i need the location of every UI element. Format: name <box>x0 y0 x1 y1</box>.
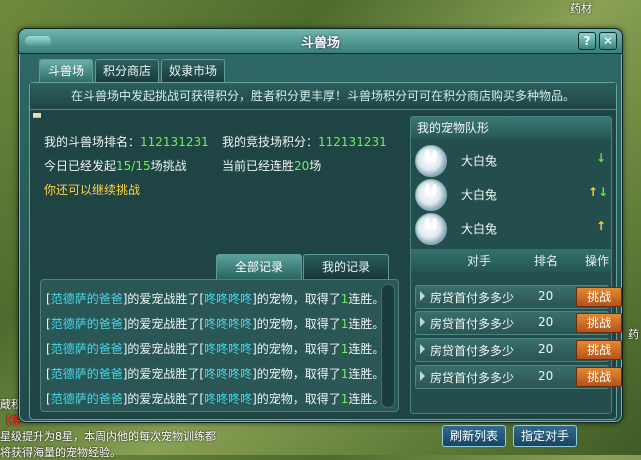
info-banner: 在斗兽场中发起挑战可获得积分，胜者积分更丰厚！斗兽场积分可可在积分商店购买多种物… <box>30 83 616 110</box>
challenged-label: 今日已经发起 <box>44 159 117 173</box>
challenged-value: 15/15 <box>116 159 151 173</box>
bg-chat-line-2: 将获得海量的宠物经验。 <box>0 446 121 459</box>
player-name[interactable]: 范德萨的爸爸 <box>51 367 123 381</box>
col-action: 操作 <box>585 254 610 268</box>
player-name[interactable]: 范德萨的爸爸 <box>51 342 123 356</box>
pet-owner-name[interactable]: 咚咚咚咚 <box>204 317 252 331</box>
arrow-down-icon[interactable]: ↓ <box>596 151 606 165</box>
points-label: 我的竞技场积分： <box>222 135 319 149</box>
streak-label: 当前已经连胜 <box>222 159 295 173</box>
arrow-up-icon[interactable]: ↑ <box>596 219 606 233</box>
expand-arrow-icon <box>420 371 425 381</box>
col-rank: 排名 <box>534 254 559 268</box>
arrow-down-icon[interactable]: ↓ <box>598 185 608 199</box>
expand-arrow-icon <box>420 291 425 301</box>
pet-team-panel: 我的宠物队形 大白兔 ↓ 大白兔 ↑↓ 大白兔 ↑ 对手 排名 操作 房贷首付多… <box>410 116 622 414</box>
close-button[interactable]: ✕ <box>599 32 617 50</box>
rank-value: 112131231 <box>140 135 209 149</box>
title-bar[interactable]: 斗兽场 ? ✕ <box>19 29 622 54</box>
pet-owner-name[interactable]: 咚咚咚咚 <box>204 392 252 406</box>
opponent-row[interactable]: 房贷首付多多少 20 挑战 <box>415 311 622 335</box>
pet-name: 大白兔 <box>461 222 498 236</box>
pet-team-title: 我的宠物队形 <box>411 117 611 139</box>
bg-label-right: 药 <box>628 328 639 341</box>
streak-info: 当前已经连胜20场 <box>222 157 321 174</box>
opponent-table-header: 对手 排名 操作 <box>411 249 611 273</box>
points-value: 112131231 <box>318 135 387 149</box>
tab-points-shop[interactable]: 积分商店 <box>95 59 159 82</box>
tab-arena[interactable]: 斗兽场 <box>39 59 93 82</box>
tab-my-records[interactable]: 我的记录 <box>303 254 389 279</box>
opponent-rank: 20 <box>538 315 554 329</box>
record-line: [范德萨的爸爸]的爱宠战胜了[咚咚咚咚]的宠物，取得了1连胜。 <box>46 342 385 356</box>
continue-text: 你还可以继续挑战 <box>44 183 141 197</box>
streak-suffix: 场 <box>309 159 322 173</box>
record-line: [范德萨的爸爸]的爱宠战胜了[咚咚咚咚]的宠物，取得了1连胜。 <box>46 292 385 306</box>
tab-all-records[interactable]: 全部记录 <box>216 254 302 279</box>
bg-label-herb: 药材 <box>570 2 592 15</box>
opponent-rank: 20 <box>538 342 554 356</box>
order-arrows[interactable]: ↓ <box>596 151 606 165</box>
tab-slave-market[interactable]: 奴隶市场 <box>161 59 225 82</box>
order-arrows[interactable]: ↑↓ <box>588 185 608 199</box>
specify-opponent-button[interactable]: 指定对手 <box>513 425 577 447</box>
player-name[interactable]: 范德萨的爸爸 <box>51 317 123 331</box>
challenge-button[interactable]: 挑战 <box>576 367 622 387</box>
challenges-info: 今日已经发起15/15场挑战 <box>44 157 187 174</box>
points-info: 我的竞技场积分：112131231 <box>222 133 387 150</box>
pet-owner-name[interactable]: 咚咚咚咚 <box>204 367 252 381</box>
record-line: [范德萨的爸爸]的爱宠战胜了[咚咚咚咚]的宠物，取得了1连胜。 <box>46 392 385 406</box>
rabbit-avatar-icon <box>415 145 447 177</box>
pet-name: 大白兔 <box>461 188 498 202</box>
rabbit-avatar-icon <box>415 179 447 211</box>
bg-chat-line-1: 星级提升为8星，本周内他的每次宠物训练都 <box>0 430 216 443</box>
record-line: [范德萨的爸爸]的爱宠战胜了[咚咚咚咚]的宠物，取得了1连胜。 <box>46 367 385 381</box>
help-button[interactable]: ? <box>578 32 596 50</box>
record-line: [范德萨的爸爸]的爱宠战胜了[咚咚咚咚]的宠物，取得了1连胜。 <box>46 317 385 331</box>
opponent-row[interactable]: 房贷首付多多少 20 挑战 <box>415 365 622 389</box>
challenged-suffix: 场挑战 <box>150 159 187 173</box>
expand-arrow-icon <box>420 317 425 327</box>
challenge-button[interactable]: 挑战 <box>576 287 622 307</box>
expand-arrow-icon <box>420 344 425 354</box>
pet-owner-name[interactable]: 咚咚咚咚 <box>204 292 252 306</box>
pet-slot[interactable]: 大白兔 ↑ <box>411 211 611 245</box>
opponent-rank: 20 <box>538 289 554 303</box>
pet-slot[interactable]: 大白兔 ↑↓ <box>411 177 611 211</box>
opponent-rank: 20 <box>538 369 554 383</box>
arrow-up-icon[interactable]: ↑ <box>588 185 598 199</box>
opponent-name: 房贷首付多多少 <box>430 344 515 358</box>
challenge-button[interactable]: 挑战 <box>576 340 622 360</box>
opponent-row[interactable]: 房贷首付多多少 20 挑战 <box>415 338 622 362</box>
player-name[interactable]: 范德萨的爸爸 <box>51 292 123 306</box>
opponent-name: 房贷首付多多少 <box>430 317 515 331</box>
pet-owner-name[interactable]: 咚咚咚咚 <box>204 342 252 356</box>
opponent-name: 房贷首付多多少 <box>430 291 515 305</box>
pet-name: 大白兔 <box>461 154 498 168</box>
col-opponent: 对手 <box>467 254 492 268</box>
refresh-list-button[interactable]: 刷新列表 <box>442 425 506 447</box>
arena-content: 在斗兽场中发起挑战可获得积分，胜者积分更丰厚！斗兽场积分可可在积分商店购买多种物… <box>29 82 622 447</box>
pet-slot[interactable]: 大白兔 ↓ <box>411 143 611 177</box>
arena-window: 斗兽场 ? ✕ 斗兽场 积分商店 奴隶市场 在斗兽场中发起挑战可获得积分，胜者积… <box>18 28 623 447</box>
player-name[interactable]: 范德萨的爸爸 <box>51 392 123 406</box>
order-arrows[interactable]: ↑ <box>596 219 606 233</box>
opponent-row[interactable]: 房贷首付多多少 20 挑战 <box>415 285 622 309</box>
records-scrollbar[interactable] <box>381 284 395 408</box>
opponent-name: 房贷首付多多少 <box>430 371 515 385</box>
challenge-button[interactable]: 挑战 <box>576 313 622 333</box>
records-panel: [范德萨的爸爸]的爱宠战胜了[咚咚咚咚]的宠物，取得了1连胜。 [范德萨的爸爸]… <box>40 279 399 412</box>
streak-value: 20 <box>294 159 310 173</box>
rank-info: 我的斗兽场排名：112131231 <box>44 133 209 150</box>
window-title: 斗兽场 <box>300 36 340 51</box>
rabbit-avatar-icon <box>415 213 447 245</box>
flag-icon <box>33 113 41 118</box>
rank-label: 我的斗兽场排名： <box>44 135 141 149</box>
